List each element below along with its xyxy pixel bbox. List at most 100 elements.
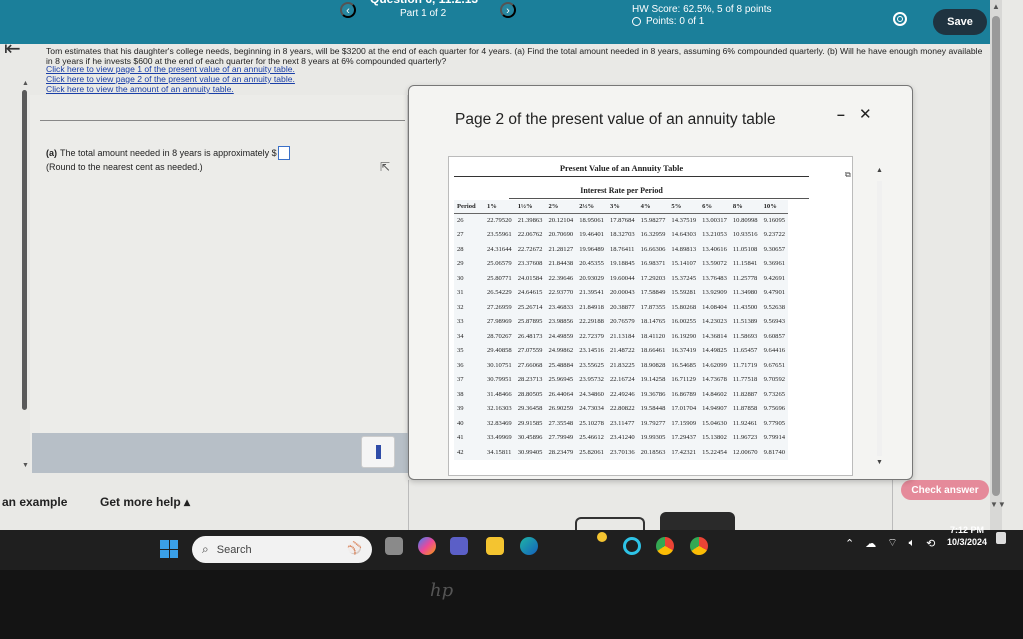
value-cell: 29.91585: [517, 419, 543, 427]
value-cell: 22.49246: [609, 390, 635, 398]
value-cell: 21.48722: [609, 347, 635, 355]
value-cell: 26.54229: [487, 289, 512, 297]
page-scrollbar[interactable]: ▲ ▼▼: [990, 0, 1006, 530]
value-cell: 9.23722: [763, 231, 786, 239]
value-cell: 20.18563: [640, 448, 666, 456]
value-cell: 11.58693: [732, 332, 758, 340]
question-text: Tom estimates that his daughter's colleg…: [46, 46, 983, 66]
column-header: Period: [454, 200, 484, 214]
value-cell: 11.43500: [732, 303, 758, 311]
wifi-icon[interactable]: ⌔: [887, 536, 897, 550]
value-cell: 14.08404: [702, 303, 727, 311]
period-cell: 37: [457, 376, 464, 384]
save-button[interactable]: Save: [933, 9, 987, 35]
task-view-icon[interactable]: [385, 537, 403, 555]
table-scroll-down-icon[interactable]: ▼: [876, 459, 883, 466]
teams-icon[interactable]: [450, 537, 468, 555]
value-cell: 28.23713: [517, 376, 543, 384]
rounding-note: (Round to the nearest cent as needed.): [46, 162, 203, 172]
table-scroll-up-icon[interactable]: ▲: [876, 167, 883, 174]
chrome-profile-icon[interactable]: [690, 537, 708, 555]
table-row: 30 25.80771 24.01584 22.39646 20.93029 19.600…: [454, 271, 788, 286]
table-row: 38 31.48466 28.80505 26.44064 24.34860 22.492…: [454, 387, 788, 402]
divider: [892, 480, 893, 530]
value-cell: 22.93770: [548, 289, 574, 297]
column-header: 5%: [668, 200, 700, 214]
windows-start-icon[interactable]: [160, 540, 178, 558]
volume-icon[interactable]: 🔈︎: [909, 537, 916, 550]
battery-icon[interactable]: ⟲: [926, 537, 935, 550]
panel-resize-handle[interactable]: [361, 436, 395, 468]
table-row: 36 30.10751 27.66068 25.48884 23.55625 21.832…: [454, 358, 788, 373]
period-cell: 35: [457, 347, 464, 355]
minimize-icon[interactable]: –: [837, 106, 845, 122]
table-row: 37 30.79951 28.23713 25.96945 23.95732 22.167…: [454, 373, 788, 388]
get-more-help-button[interactable]: Get more help ▴: [100, 495, 190, 509]
divider: [509, 198, 809, 199]
edge-icon[interactable]: [520, 537, 538, 555]
onedrive-icon[interactable]: ☁: [865, 537, 876, 550]
check-answer-button[interactable]: Check answer: [901, 480, 989, 500]
points-status: Points: 0 of 1: [632, 16, 704, 27]
table-links: Click here to view page 1 of the present…: [46, 64, 295, 94]
weather-icon[interactable]: [597, 532, 607, 542]
link-pv-table-page-2[interactable]: Click here to view page 2 of the present…: [46, 74, 295, 84]
period-cell: 38: [457, 390, 464, 398]
value-cell: 27.07559: [517, 347, 543, 355]
next-question-button[interactable]: ›: [500, 2, 516, 18]
value-cell: 25.87895: [517, 318, 543, 326]
page-scrollbar-thumb[interactable]: [992, 16, 1000, 496]
notifications-icon[interactable]: [996, 532, 1006, 544]
panel-scrollbar[interactable]: [22, 90, 27, 410]
table-title: Present Value of an Annuity Table: [559, 163, 684, 173]
system-tray: ⌃ ☁ ⌔ 🔈︎ ⟲: [845, 536, 935, 550]
back-arrow-icon[interactable]: ⇤: [4, 36, 21, 61]
value-cell: 15.37245: [671, 274, 697, 282]
previous-question-button[interactable]: ‹: [340, 2, 356, 18]
value-cell: 20.93029: [579, 274, 604, 282]
column-header: 8%: [729, 200, 761, 214]
value-cell: 11.71719: [732, 361, 758, 369]
panel-scroll-up-icon[interactable]: ▲: [22, 80, 29, 87]
value-cell: 17.42321: [671, 448, 697, 456]
value-cell: 18.32703: [609, 231, 635, 239]
clock[interactable]: 7:12 PM 10/3/2024: [947, 524, 987, 548]
taskbar-search[interactable]: ⌕ Search ⚾: [192, 536, 372, 563]
value-cell: 16.37419: [671, 347, 697, 355]
value-cell: 25.96945: [548, 376, 574, 384]
value-cell: 9.52638: [763, 303, 786, 311]
chrome-icon[interactable]: [656, 537, 674, 555]
value-cell: 9.64416: [763, 347, 786, 355]
value-cell: 15.13802: [702, 434, 727, 442]
view-example-link[interactable]: an example: [2, 495, 67, 509]
value-cell: 20.00043: [609, 289, 635, 297]
value-cell: 11.51389: [732, 318, 758, 326]
help-bar: an example Get more help ▴ Check answer: [0, 480, 1000, 530]
scroll-up-icon[interactable]: ▲: [992, 2, 1000, 11]
value-cell: 23.95732: [579, 376, 604, 384]
alexa-icon[interactable]: [623, 537, 641, 555]
settings-gear-icon[interactable]: [893, 12, 907, 26]
expand-icon[interactable]: ⧉: [845, 170, 851, 180]
value-cell: 15.14107: [671, 260, 697, 268]
amount-needed-input[interactable]: [277, 146, 290, 160]
table-scrollbar[interactable]: [877, 181, 882, 456]
panel-scroll-down-icon[interactable]: ▼: [22, 462, 29, 469]
column-header: 4%: [637, 200, 669, 214]
value-cell: 9.56943: [763, 318, 786, 326]
value-cell: 24.49859: [548, 332, 574, 340]
period-cell: 28: [457, 245, 464, 253]
value-cell: 19.18845: [609, 260, 635, 268]
value-cell: 25.80771: [487, 274, 512, 282]
value-cell: 32.16303: [487, 405, 512, 413]
close-icon[interactable]: ✕: [859, 105, 872, 123]
link-amount-annuity-table[interactable]: Click here to view the amount of an annu…: [46, 84, 295, 94]
hw-score: HW Score: 62.5%, 5 of 8 points: [632, 4, 772, 15]
link-pv-table-page-1[interactable]: Click here to view page 1 of the present…: [46, 64, 295, 74]
show-hidden-icons-icon[interactable]: ⌃: [845, 537, 854, 550]
value-cell: 17.15909: [671, 419, 697, 427]
value-cell: 34.15811: [487, 448, 512, 456]
value-cell: 21.83225: [609, 361, 635, 369]
copilot-icon[interactable]: [418, 537, 436, 555]
file-explorer-icon[interactable]: [486, 537, 504, 555]
